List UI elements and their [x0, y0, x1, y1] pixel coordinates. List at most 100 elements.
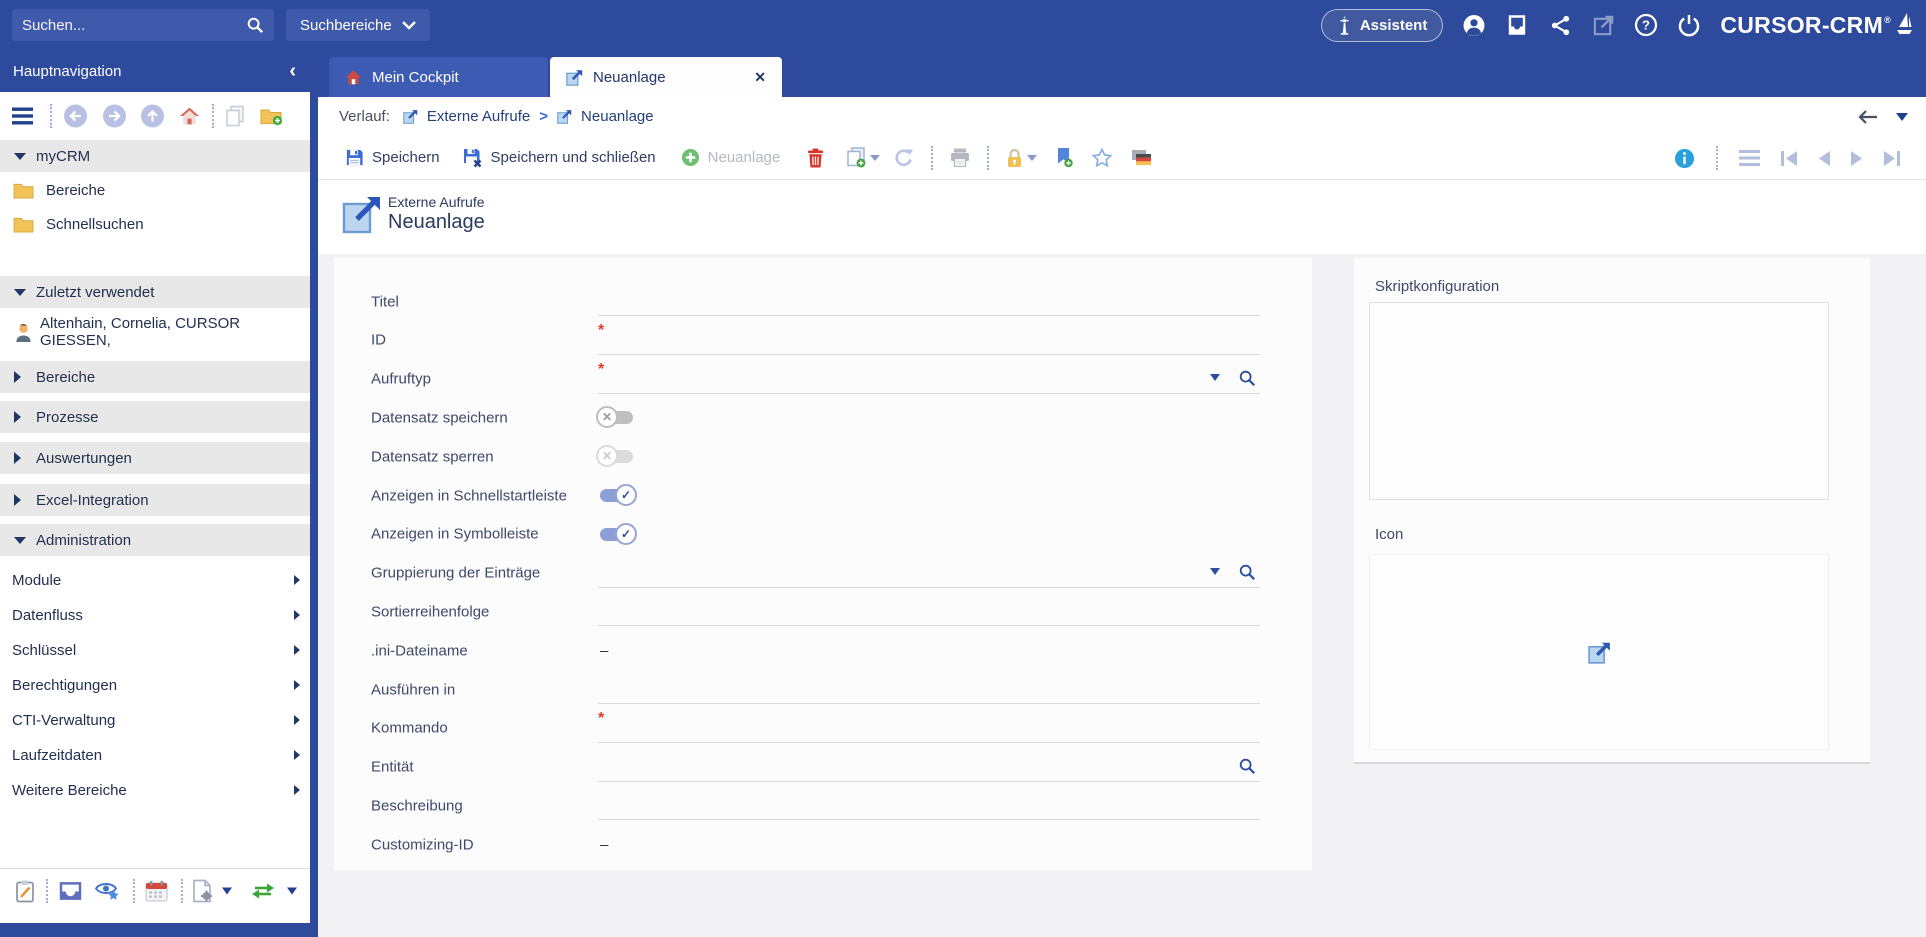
inbox-tray-icon[interactable] — [59, 882, 82, 901]
share-icon[interactable] — [1548, 13, 1572, 37]
menu-hamburger-icon[interactable] — [12, 108, 33, 125]
aufruftyp-input[interactable] — [614, 364, 1174, 390]
topbar: Suchbereiche Assistent ? — [0, 0, 1926, 50]
history-dropdown-icon[interactable] — [1896, 113, 1908, 121]
dropdown-chevron-icon[interactable] — [1210, 374, 1220, 381]
sidebar-section-zuletzt-verwendet[interactable]: Zuletzt verwendet — [0, 276, 310, 308]
lookup-search-icon[interactable] — [1238, 563, 1256, 581]
add-bookmark-button[interactable] — [1055, 147, 1073, 168]
logout-power-icon[interactable] — [1677, 13, 1701, 37]
print-button[interactable] — [950, 148, 970, 167]
clipboard-edit-icon[interactable] — [15, 880, 36, 903]
info-icon[interactable] — [1674, 148, 1695, 169]
entitaet-input[interactable] — [598, 752, 1198, 778]
sidebar-bottom-strip — [0, 923, 318, 937]
chevron-down-icon[interactable] — [222, 888, 232, 895]
script-config-textarea[interactable] — [1369, 302, 1829, 500]
user-account-icon[interactable] — [1462, 13, 1486, 37]
sidebar-item-berechtigungen[interactable]: Berechtigungen — [0, 670, 310, 700]
home-icon[interactable] — [179, 106, 200, 127]
home-icon — [345, 69, 362, 86]
anzeigen-symbolleiste-toggle[interactable]: ✓ — [600, 528, 633, 541]
tab-close-icon[interactable]: ✕ — [754, 69, 766, 86]
lookup-search-icon[interactable] — [1238, 757, 1256, 775]
titel-input[interactable] — [598, 286, 1260, 312]
sidebar-item-laufzeitdaten[interactable]: Laufzeitdaten — [0, 740, 310, 770]
search-icon[interactable] — [246, 16, 264, 34]
nav-forward-button[interactable] — [103, 105, 126, 128]
help-icon[interactable]: ? — [1634, 13, 1658, 37]
sidebar-item-recent-contact[interactable]: Altenhain, Cornelia, CURSOR GIESSEN, — [0, 314, 310, 350]
calendar-icon[interactable] — [145, 880, 168, 902]
save-and-close-button[interactable]: Speichern und schließen — [463, 148, 656, 168]
refresh-button[interactable] — [894, 148, 914, 168]
copy-record-button[interactable] — [846, 147, 866, 168]
sidebar-section-mycrm[interactable]: myCRM — [0, 140, 310, 172]
sidebar-section-prozesse[interactable]: Prozesse — [0, 401, 310, 433]
beschreibung-input[interactable] — [598, 790, 1260, 816]
sidebar-item-datenfluss[interactable]: Datenfluss — [0, 600, 310, 630]
list-view-icon[interactable] — [1739, 150, 1760, 166]
kommando-input[interactable] — [614, 713, 1260, 739]
sidebar-section-administration[interactable]: Administration — [0, 524, 310, 556]
global-search[interactable] — [12, 9, 274, 41]
chevron-collapsed-icon — [14, 494, 21, 506]
anzeigen-schnellstartleiste-toggle[interactable]: ✓ — [600, 489, 633, 502]
language-flag-button[interactable] — [1131, 149, 1152, 166]
toolbar-separator — [50, 104, 52, 128]
lookup-search-icon[interactable] — [1238, 369, 1256, 387]
sidebar-item-bereiche-folder[interactable]: Bereiche — [0, 175, 310, 205]
sidebar-section-bereiche[interactable]: Bereiche — [0, 361, 310, 393]
dropdown-chevron-icon[interactable] — [1210, 568, 1220, 575]
id-input[interactable] — [614, 325, 1260, 351]
sidebar-section-excel-integration[interactable]: Excel-Integration — [0, 484, 310, 516]
breadcrumb-link-externe-aufrufe[interactable]: Externe Aufrufe — [427, 108, 530, 125]
sidebar-item-module[interactable]: Module — [0, 565, 310, 595]
delete-button[interactable] — [807, 148, 824, 168]
next-record-icon[interactable] — [1851, 151, 1863, 166]
document-settings-icon[interactable] — [192, 880, 213, 903]
favorite-star-button[interactable] — [1092, 148, 1112, 167]
toolbar-separator — [987, 146, 989, 170]
notifications-tray-icon[interactable] — [1505, 13, 1529, 37]
form-card: Titel ID * Aufruftyp * — [334, 258, 1312, 870]
icon-preview[interactable] — [1369, 554, 1829, 750]
search-areas-button[interactable]: Suchbereiche — [286, 9, 430, 41]
watchlist-eye-star-icon[interactable] — [95, 880, 121, 902]
new-record-button[interactable]: Neuanlage — [681, 148, 781, 167]
lock-options-chevron-icon[interactable] — [1027, 155, 1037, 161]
datensatz-speichern-toggle[interactable]: ✕ — [600, 411, 633, 424]
sortierreihenfolge-input[interactable] — [598, 596, 1260, 622]
breadcrumb-link-neuanlage[interactable]: Neuanlage — [581, 108, 654, 125]
sync-icon[interactable] — [251, 882, 275, 901]
tab-neuanlage[interactable]: Neuanlage ✕ — [550, 57, 782, 97]
external-window-icon[interactable] — [1591, 13, 1615, 37]
sidebar-item-cti-verwaltung[interactable]: CTI-Verwaltung — [0, 705, 310, 735]
last-record-icon[interactable] — [1884, 151, 1900, 166]
sidebar-item-schluessel[interactable]: Schlüssel — [0, 635, 310, 665]
history-back-icon[interactable] — [1858, 110, 1878, 124]
copy-page-icon[interactable] — [225, 106, 245, 127]
gruppierung-input[interactable] — [598, 558, 1158, 584]
ausfuehren-in-input[interactable] — [598, 674, 1260, 700]
previous-record-icon[interactable] — [1818, 151, 1830, 166]
copy-options-chevron-icon[interactable] — [870, 155, 880, 161]
script-config-label: Skriptkonfiguration — [1375, 278, 1499, 295]
save-button[interactable]: Speichern — [345, 148, 440, 167]
chevron-down-icon[interactable] — [287, 888, 297, 895]
field-row-beschreibung: Beschreibung — [334, 786, 1312, 825]
sidebar-section-auswertungen[interactable]: Auswertungen — [0, 442, 310, 474]
sidebar-item-weitere-bereiche[interactable]: Weitere Bereiche — [0, 775, 310, 805]
nav-back-button[interactable] — [64, 105, 87, 128]
sidebar-item-schnellsuchen-folder[interactable]: Schnellsuchen — [0, 209, 310, 239]
new-folder-icon[interactable] — [260, 106, 283, 126]
first-record-icon[interactable] — [1781, 151, 1797, 166]
nav-up-button[interactable] — [141, 105, 164, 128]
lock-button[interactable] — [1006, 148, 1023, 168]
search-input[interactable] — [22, 17, 246, 34]
assistant-button[interactable]: Assistent — [1321, 9, 1444, 42]
sidebar-title: Hauptnavigation — [13, 63, 121, 80]
sidebar-collapse-icon[interactable]: ‹ — [289, 61, 296, 81]
record-entity-label: Externe Aufrufe — [388, 194, 485, 210]
tab-mein-cockpit[interactable]: Mein Cockpit — [329, 57, 548, 97]
